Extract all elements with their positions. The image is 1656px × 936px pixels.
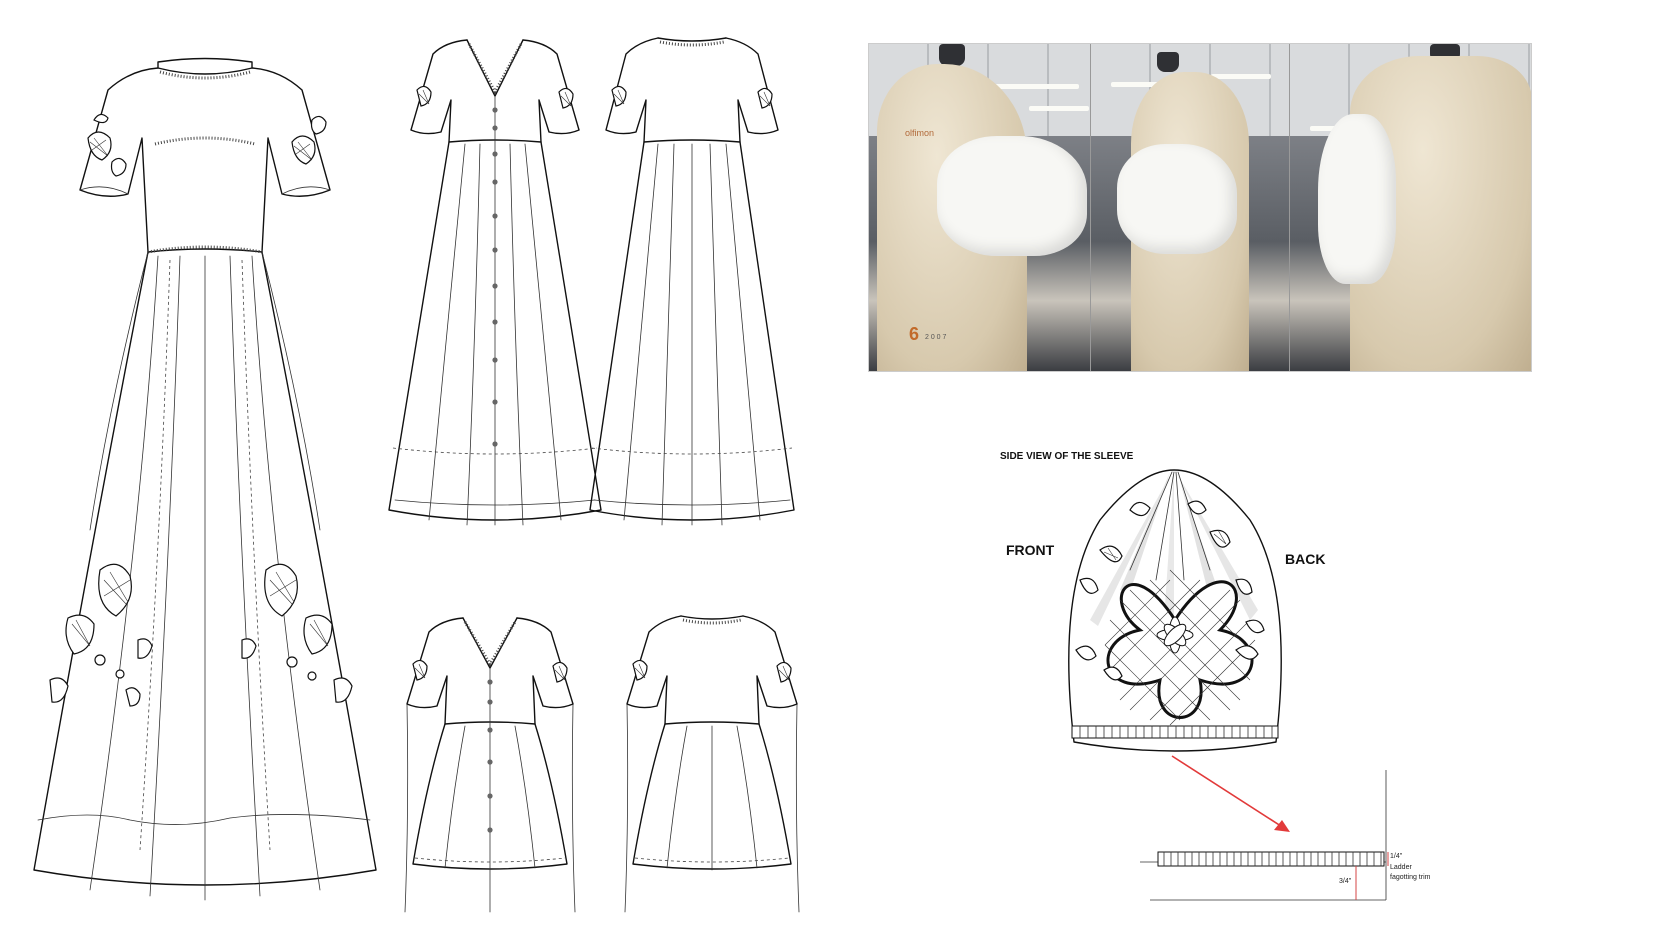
sleeve-side-view-drawing [1068,469,1282,752]
cutwork-flower-motif [1104,569,1256,726]
maxi-dress-front-sketch [33,57,377,901]
dressform-brand-text: olfimon [905,128,935,138]
long-dress-back-sketch [589,37,795,526]
dress-form-photo-strip: olfimon 6 2 0 0 7 [868,43,1532,372]
dress-form-photo-front: olfimon 6 2 0 0 7 [869,44,1091,371]
cutwork-sleeve-on-form [937,136,1087,256]
trim-width-label: 3/4" [1339,878,1352,885]
trim-height-label: 1/4" [1390,853,1403,860]
dress-form-photo-back [1288,44,1531,371]
side-view-title: SIDE VIEW OF THE SLEEVE [1000,451,1134,462]
dress-form-photo-side [1090,44,1289,371]
back-label: BACK [1285,551,1326,567]
trim-name-label-line2: fagotting trim [1390,874,1431,881]
trim-name-label-line1: Ladder [1390,864,1412,871]
dressform-number-text: 6 [909,324,920,344]
short-button-dress-sketch [404,617,576,913]
cutwork-sleeve-side [1117,144,1238,254]
ladder-trim-detail [1140,770,1389,901]
button-front-long-dress-sketch [388,39,602,526]
dressform-year-text: 2 0 0 7 [925,334,947,341]
short-dress-back-sketch [624,615,800,913]
front-label: FRONT [1006,542,1055,558]
cutwork-sleeve-back [1317,114,1396,284]
